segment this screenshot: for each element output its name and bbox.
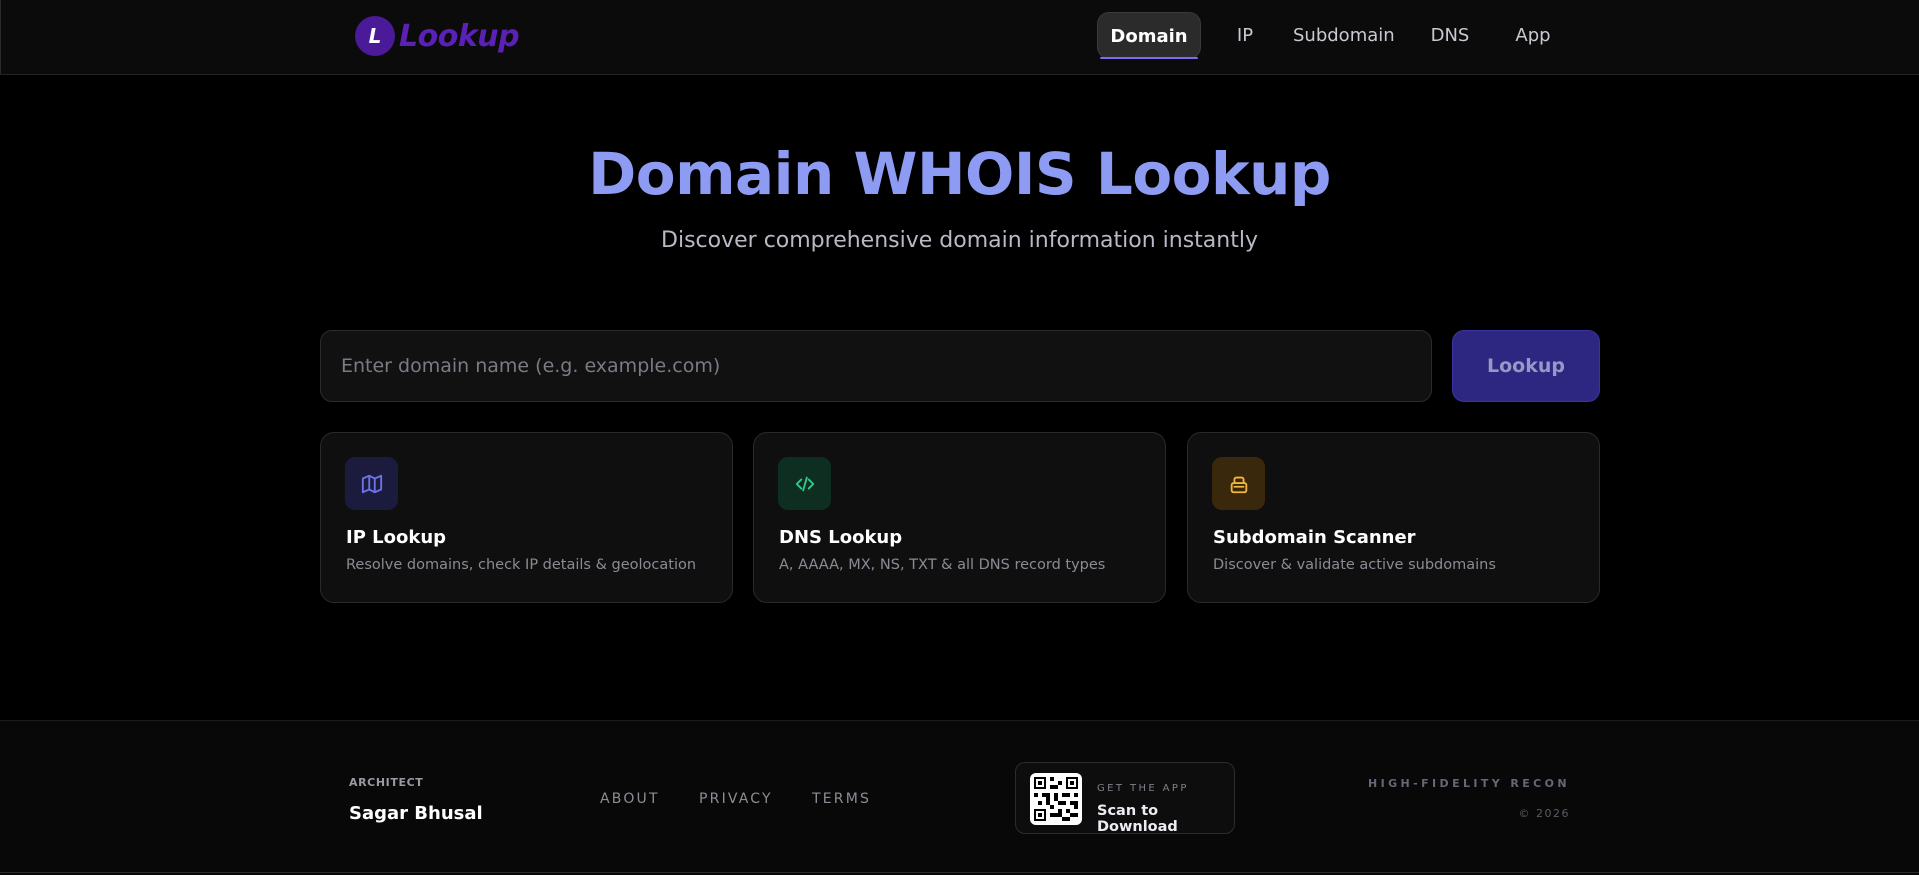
domain-search-input[interactable] bbox=[320, 330, 1432, 402]
footer-link-privacy[interactable]: PRIVACY bbox=[699, 791, 773, 807]
nav-item-label: App bbox=[1515, 25, 1551, 46]
nav-item-subdomain[interactable]: Subdomain bbox=[1293, 12, 1395, 59]
footer-tagline: HIGH-FIDELITY RECON bbox=[1368, 777, 1570, 790]
card-description: Discover & validate active subdomains bbox=[1213, 557, 1496, 573]
code-icon bbox=[778, 457, 831, 510]
nav-item-app[interactable]: App bbox=[1515, 12, 1551, 59]
qr-code-icon bbox=[1030, 773, 1082, 825]
page-title: Domain WHOIS Lookup bbox=[588, 140, 1331, 208]
get-app-card[interactable]: GET THE APP Scan to Download bbox=[1015, 762, 1235, 835]
card-title: Subdomain Scanner bbox=[1213, 527, 1416, 548]
nav-item-label: IP bbox=[1236, 25, 1254, 46]
map-icon bbox=[345, 457, 398, 510]
nav-item-label: Domain bbox=[1110, 26, 1188, 47]
archive-icon bbox=[1212, 457, 1265, 510]
brand-logo[interactable]: L Lookup bbox=[355, 16, 520, 56]
logo-badge-icon: L bbox=[355, 16, 395, 56]
lookup-button[interactable]: Lookup bbox=[1452, 330, 1600, 402]
nav-item-label: Subdomain bbox=[1293, 25, 1395, 46]
card-description: A, AAAA, MX, NS, TXT & all DNS record ty… bbox=[779, 557, 1106, 573]
card-description: Resolve domains, check IP details & geol… bbox=[346, 557, 697, 573]
footer-divider bbox=[0, 872, 1919, 873]
subdomain-scanner-card[interactable]: Subdomain Scanner Discover & validate ac… bbox=[1187, 432, 1600, 603]
scan-to-download-label: Scan to Download bbox=[1097, 803, 1178, 835]
footer-link-terms[interactable]: TERMS bbox=[812, 791, 871, 807]
nav-item-label: DNS bbox=[1430, 25, 1470, 46]
copyright-text: © 2026 bbox=[1518, 807, 1570, 820]
site-footer: ARCHITECT Sagar Bhusal ABOUT PRIVACY TER… bbox=[0, 720, 1919, 875]
get-app-label: GET THE APP bbox=[1097, 783, 1189, 794]
nav-item-domain[interactable]: Domain bbox=[1097, 12, 1201, 59]
page-subtitle: Discover comprehensive domain informatio… bbox=[661, 228, 1258, 253]
active-tab-indicator bbox=[1100, 57, 1198, 59]
nav-item-ip[interactable]: IP bbox=[1230, 12, 1260, 59]
dns-lookup-card[interactable]: DNS Lookup A, AAAA, MX, NS, TXT & all DN… bbox=[753, 432, 1166, 603]
brand-name: Lookup bbox=[399, 18, 520, 54]
card-title: IP Lookup bbox=[346, 527, 447, 548]
nav-item-dns[interactable]: DNS bbox=[1430, 12, 1470, 59]
logo-letter: L bbox=[368, 24, 382, 48]
card-title: DNS Lookup bbox=[779, 527, 903, 548]
architect-label: ARCHITECT bbox=[349, 776, 424, 789]
ip-lookup-card[interactable]: IP Lookup Resolve domains, check IP deta… bbox=[320, 432, 733, 603]
top-navbar: L Lookup Domain IP Subdomain DNS App bbox=[0, 0, 1919, 75]
architect-name: Sagar Bhusal bbox=[349, 803, 483, 824]
footer-link-about[interactable]: ABOUT bbox=[600, 791, 660, 807]
